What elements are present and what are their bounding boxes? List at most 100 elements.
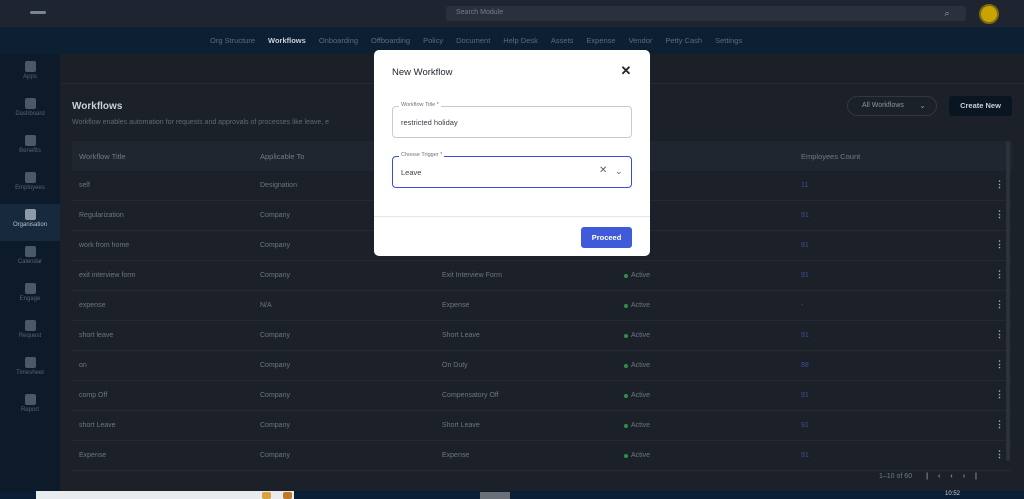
more-options-icon[interactable]: ⋮ <box>995 359 1004 370</box>
nav-vendor[interactable]: Vendor <box>629 36 653 45</box>
workflow-title-cell: exit interview form <box>79 272 136 279</box>
workflow-title-value: restricted holiday <box>401 118 458 127</box>
chevron-down-icon[interactable]: ⌄ <box>615 165 623 177</box>
applicable-to-cell: Company <box>260 332 290 339</box>
status-dot <box>624 424 628 428</box>
nav-offboarding[interactable]: Offboarding <box>371 36 410 45</box>
sidebar-item-engage[interactable]: Engage <box>0 278 60 315</box>
proceed-button[interactable]: Proceed <box>581 227 632 248</box>
more-options-icon[interactable]: ⋮ <box>995 239 1004 250</box>
table-scrollbar[interactable] <box>1006 141 1010 461</box>
status-dot <box>624 394 628 398</box>
col-employees-count[interactable]: Employees Count <box>801 152 860 161</box>
employees-count: 91 <box>801 452 809 459</box>
trigger-cell: Short Leave <box>442 422 480 429</box>
search-input[interactable]: Search Module <box>446 6 966 21</box>
status-badge: Active <box>631 392 651 399</box>
nav-document[interactable]: Document <box>456 36 490 45</box>
table-row[interactable]: short leave Company Short Leave Active 91 ⋮ <box>72 321 1012 351</box>
chevron-down-icon: ⌄ <box>919 101 926 110</box>
trigger-cell: Expense <box>442 452 470 459</box>
benefits-icon <box>24 135 36 146</box>
nav-org-structure[interactable]: Org Structure <box>210 36 255 45</box>
sidebar-item-benefits[interactable]: Benefits <box>0 130 60 167</box>
taskbar-search[interactable] <box>36 491 294 499</box>
sidebar-item-request[interactable]: Request <box>0 315 60 352</box>
col-workflow-title[interactable]: Workflow Title <box>79 152 126 161</box>
calendar-icon <box>24 246 36 257</box>
table-row[interactable]: expense N/A Expense Active - ⋮ <box>72 291 1012 321</box>
request-icon <box>24 320 36 331</box>
choose-trigger-select[interactable]: Choose Trigger * Leave ✕ ⌄ <box>392 152 632 188</box>
page-title: Workflows <box>72 101 123 112</box>
search-icon[interactable]: ⌕ <box>940 6 954 20</box>
workflow-title-cell: work from home <box>79 242 130 249</box>
taskbar-clock: 10:52 <box>945 491 961 497</box>
create-new-button[interactable]: Create New <box>949 96 1012 116</box>
sidebar-item-employees[interactable]: Employees <box>0 167 60 204</box>
more-options-icon[interactable]: ⋮ <box>995 269 1004 280</box>
more-options-icon[interactable]: ⋮ <box>995 179 1004 190</box>
status-dot <box>624 454 628 458</box>
trigger-cell: Compensatory Off <box>442 392 499 399</box>
close-icon[interactable]: ✕ <box>619 64 633 78</box>
nav-expense[interactable]: Expense <box>586 36 615 45</box>
workflow-title-cell: on <box>79 362 87 369</box>
new-workflow-modal: New Workflow ✕ Workflow Title * restrict… <box>374 50 650 256</box>
filter-label: All Workflows <box>862 102 904 109</box>
trigger-cell: On Duty <box>442 362 468 369</box>
pagination-controls[interactable]: |‹‹›| <box>926 473 987 480</box>
top-bar: Search Module ⌕ <box>0 0 1024 27</box>
clear-icon[interactable]: ✕ <box>599 165 607 177</box>
nav-policy[interactable]: Policy <box>423 36 443 45</box>
os-taskbar: 10:52 <box>0 491 1024 499</box>
organisation-icon <box>24 209 36 220</box>
employees-icon <box>24 172 36 183</box>
taskbar-app-icon[interactable] <box>283 492 292 499</box>
table-row[interactable]: Expense Company Expense Active 91 ⋮ <box>72 441 1012 471</box>
table-row[interactable]: on Company On Duty Active 88 ⋮ <box>72 351 1012 381</box>
sidebar-item-timesheet[interactable]: Timesheet <box>0 352 60 389</box>
more-options-icon[interactable]: ⋮ <box>995 209 1004 220</box>
pagination-range: 1–10 of 60 <box>879 473 913 480</box>
taskbar-app-icon[interactable] <box>480 492 510 499</box>
table-row[interactable]: comp Off Company Compensatory Off Active 91 ⋮ <box>72 381 1012 411</box>
workflow-title-field[interactable]: Workflow Title * restricted holiday <box>392 102 632 138</box>
sidebar-item-apps[interactable]: Apps <box>0 56 60 93</box>
choose-trigger-value: Leave <box>401 168 422 177</box>
nav-assets[interactable]: Assets <box>551 36 574 45</box>
nav-help-desk[interactable]: Help Desk <box>503 36 538 45</box>
status-dot <box>624 364 628 368</box>
more-options-icon[interactable]: ⋮ <box>995 419 1004 430</box>
table-row[interactable]: exit interview form Company Exit Interview… <box>72 261 1012 291</box>
sidebar-item-organisation[interactable]: Organisation <box>0 204 60 241</box>
nav-onboarding[interactable]: Onboarding <box>319 36 358 45</box>
status-dot <box>624 334 628 338</box>
more-options-icon[interactable]: ⋮ <box>995 329 1004 340</box>
sidebar-item-calendar[interactable]: Calendar <box>0 241 60 278</box>
workflow-title-cell: Expense <box>79 452 107 459</box>
nav-petty-cash[interactable]: Petty Cash <box>665 36 702 45</box>
apps-icon <box>24 61 36 72</box>
avatar[interactable] <box>979 4 999 24</box>
sidebar-item-report[interactable]: Report <box>0 389 60 426</box>
applicable-to-cell: Company <box>260 362 290 369</box>
more-options-icon[interactable]: ⋮ <box>995 449 1004 460</box>
more-options-icon[interactable]: ⋮ <box>995 299 1004 310</box>
status-dot <box>624 304 628 308</box>
logo[interactable] <box>30 11 46 14</box>
trigger-cell: Exit Interview Form <box>442 272 502 279</box>
more-options-icon[interactable]: ⋮ <box>995 389 1004 400</box>
sidebar-item-dashboard[interactable]: Dashboard <box>0 93 60 130</box>
applicable-to-cell: Company <box>260 272 290 279</box>
employees-count: - <box>801 302 804 309</box>
nav-workflows[interactable]: Workflows <box>268 36 306 45</box>
workflow-title-cell: Regularization <box>79 212 124 219</box>
status-badge: Active <box>631 452 651 459</box>
table-row[interactable]: short Leave Company Short Leave Active 91 ⋮ <box>72 411 1012 441</box>
applicable-to-cell: Company <box>260 422 290 429</box>
nav-settings[interactable]: Settings <box>715 36 742 45</box>
col-applicable-to[interactable]: Applicable To <box>260 152 304 161</box>
workflow-filter-select[interactable]: All Workflows ⌄ <box>847 96 937 116</box>
taskbar-app-icon[interactable] <box>262 492 271 499</box>
